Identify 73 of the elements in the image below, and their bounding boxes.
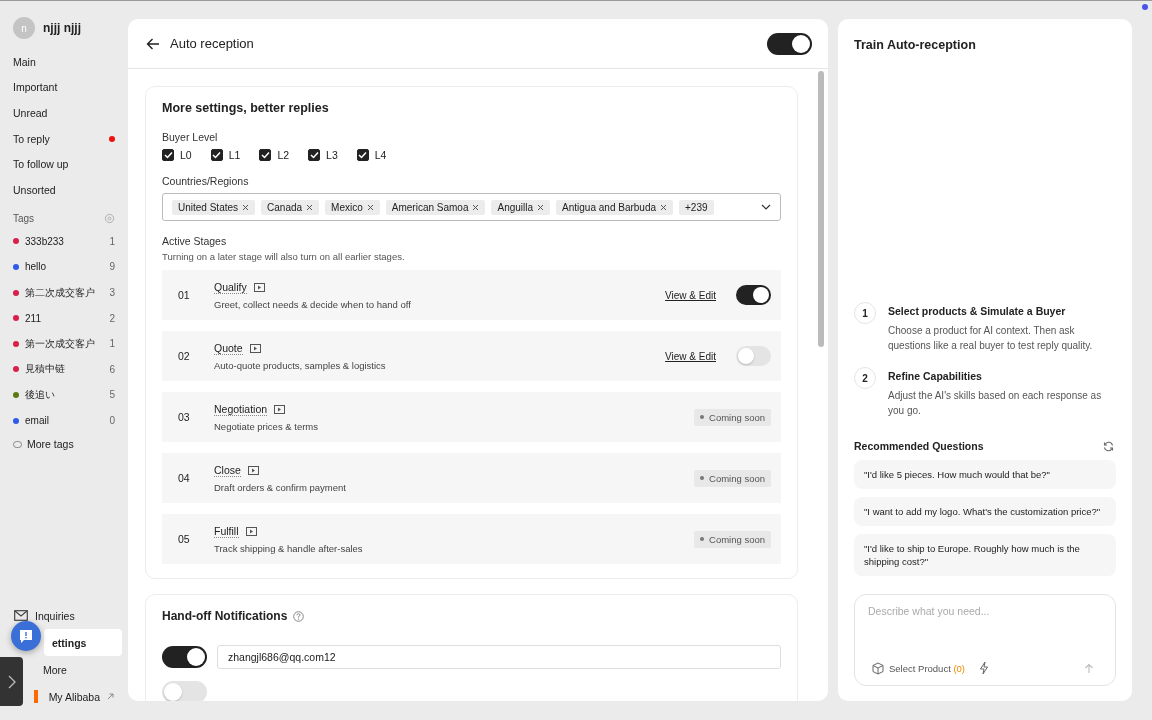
nav-item[interactable]: My Alibaba bbox=[26, 683, 122, 710]
step-description: Adjust the AI's skills based on each response as you go. bbox=[888, 389, 1103, 418]
tag-item[interactable]: 211 2 bbox=[6, 305, 122, 331]
nav-item[interactable]: Unsorted bbox=[6, 176, 122, 203]
stage-name[interactable]: Close bbox=[214, 463, 241, 477]
tag-item[interactable]: 後追い 5 bbox=[6, 382, 122, 408]
stage-number: 04 bbox=[178, 472, 191, 484]
nav-item[interactable]: ettings bbox=[44, 629, 122, 656]
more-tags-link[interactable]: More tags bbox=[6, 433, 122, 456]
country-chip: Anguilla bbox=[491, 199, 551, 215]
nav-item[interactable]: Important bbox=[6, 74, 122, 101]
select-product-button[interactable]: Select Product (0) bbox=[872, 661, 966, 675]
level-checkbox[interactable]: L0 bbox=[162, 149, 192, 161]
section-title: Recommended Questions bbox=[854, 440, 984, 452]
coming-soon-badge: Coming soon bbox=[694, 530, 771, 548]
country-chip: United States bbox=[172, 199, 256, 215]
tag-item[interactable]: 第一次成交客户 1 bbox=[6, 330, 122, 357]
suggested-question[interactable]: "I'd like to ship to Europe. Roughly how much is the shipping cost?" bbox=[854, 534, 1116, 576]
stage-number: 01 bbox=[178, 289, 191, 301]
stage-name[interactable]: Fulfill bbox=[214, 524, 239, 538]
field-label: Countries/Regions bbox=[162, 175, 250, 187]
tags-heading: Tags bbox=[13, 212, 35, 224]
section-title: Hand-off Notifications bbox=[162, 609, 288, 623]
tag-item[interactable]: hello 9 bbox=[6, 254, 122, 280]
nav-item[interactable]: Unread bbox=[6, 100, 122, 126]
suggested-question[interactable]: "I'd like 5 pieces. How much would that be?" bbox=[854, 460, 1116, 489]
coming-soon-badge: Coming soon bbox=[694, 469, 771, 487]
field-label: Buyer Level bbox=[162, 131, 219, 143]
tag-item[interactable]: email 0 bbox=[6, 407, 122, 434]
nav-item[interactable]: Inquiries bbox=[6, 602, 122, 629]
stage-description: Negotiate prices & terms bbox=[214, 420, 318, 432]
nav-item[interactable]: More bbox=[26, 656, 122, 683]
stage-number: 05 bbox=[178, 533, 191, 545]
tag-item[interactable]: 第二次成交客户 3 bbox=[6, 279, 122, 306]
page-title: Auto reception bbox=[170, 36, 254, 51]
hint-text: Turning on a later stage will also turn on all earlier stages. bbox=[162, 251, 406, 262]
field-label: Active Stages bbox=[162, 235, 228, 247]
email-field[interactable]: zhangjl686@qq.com12 bbox=[217, 645, 781, 669]
suggested-question[interactable]: "I want to add my logo. What's the customization price?" bbox=[854, 497, 1116, 526]
level-checkbox[interactable]: L1 bbox=[210, 149, 241, 161]
stage-description: Auto-quote products, samples & logistics bbox=[214, 359, 386, 371]
panel-title: Train Auto-reception bbox=[854, 38, 977, 52]
tag-item[interactable]: 見積中链 6 bbox=[6, 356, 122, 383]
stage-description: Draft orders & confirm payment bbox=[214, 481, 346, 493]
message-composer[interactable]: Describe what you need... Select Product (0) bbox=[854, 594, 1116, 686]
country-select[interactable]: United States Canada Mexico American Samoa Anguilla Antigua and Barbuda +239 bbox=[162, 193, 781, 221]
stage-description: Track shipping & handle after-sales bbox=[214, 542, 363, 554]
level-checkbox[interactable]: L3 bbox=[308, 149, 338, 161]
country-chip: Mexico bbox=[325, 199, 380, 215]
country-chip: Canada bbox=[261, 199, 320, 215]
country-chip: Antigua and Barbuda bbox=[556, 199, 674, 215]
stage-name[interactable]: Negotiation bbox=[214, 402, 268, 416]
step-description: Choose a product for AI context. Then ask questions like a real buyer to test reply quality. bbox=[888, 324, 1094, 353]
level-checkbox[interactable]: L4 bbox=[356, 149, 387, 161]
coming-soon-badge: Coming soon bbox=[694, 408, 771, 426]
more-count-chip: +239 bbox=[679, 199, 714, 215]
tag-item[interactable]: 333b233 1 bbox=[6, 228, 122, 255]
stage-name[interactable]: Quote bbox=[214, 341, 243, 355]
nav-item[interactable]: Main bbox=[6, 49, 122, 75]
country-chip: American Samoa bbox=[385, 199, 486, 215]
step-title: Select products & Simulate a Buyer bbox=[888, 305, 1067, 317]
level-checkbox[interactable]: L2 bbox=[259, 149, 290, 161]
stage-description: Greet, collect needs & decide when to hand off bbox=[214, 298, 411, 310]
stage-number: 02 bbox=[178, 350, 191, 362]
step-title: Refine Capabilities bbox=[888, 370, 983, 382]
nav-item[interactable]: To follow up bbox=[6, 151, 122, 177]
view-edit-link[interactable]: View & Edit bbox=[665, 350, 716, 362]
user-name: njjj njjj bbox=[43, 21, 81, 35]
view-edit-link[interactable]: View & Edit bbox=[665, 289, 716, 301]
nav-item[interactable]: To reply bbox=[6, 125, 122, 152]
stage-name[interactable]: Qualify bbox=[214, 280, 247, 294]
section-title: More settings, better replies bbox=[162, 101, 330, 115]
stage-number: 03 bbox=[178, 411, 191, 423]
